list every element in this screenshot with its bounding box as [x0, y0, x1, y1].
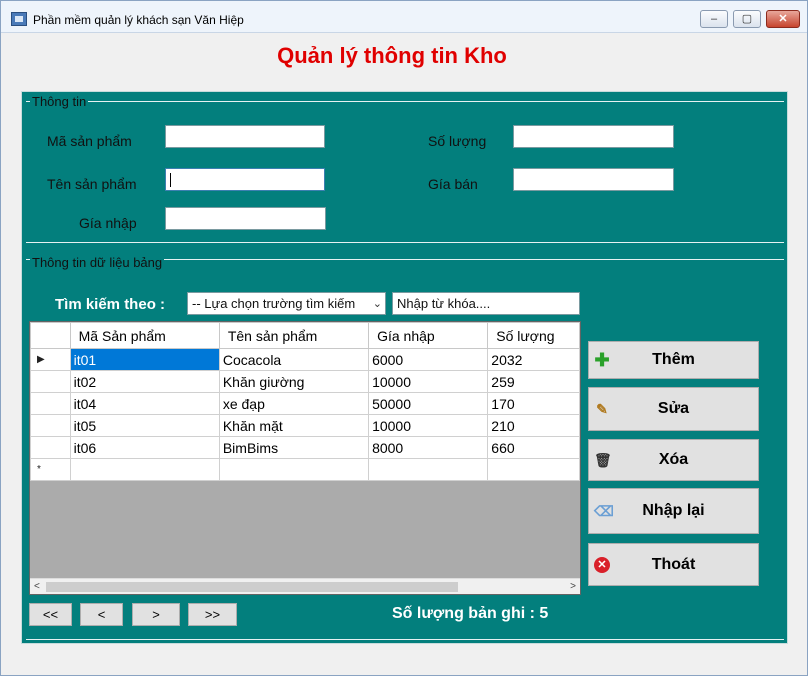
- table-cell[interactable]: Khăn giường: [218, 370, 370, 393]
- exit-button-label: Thoát: [651, 555, 696, 573]
- column-header[interactable]: Số lượng: [487, 322, 580, 349]
- sale-price-label: Gía bán: [428, 176, 478, 192]
- table-cell[interactable]: 6000: [368, 348, 489, 371]
- last-page-button[interactable]: >>: [188, 603, 237, 626]
- row-header[interactable]: [30, 414, 71, 437]
- import-price-input[interactable]: [165, 207, 326, 230]
- table-cell[interactable]: it01: [69, 348, 220, 371]
- table-cell[interactable]: it04: [69, 392, 220, 415]
- sale-price-input[interactable]: [513, 168, 674, 191]
- table-cell[interactable]: it02: [69, 370, 220, 393]
- table-cell[interactable]: 10000: [368, 370, 489, 393]
- window-title: Phần mềm quản lý khách sạn Văn Hiệp: [33, 13, 244, 27]
- table-cell[interactable]: it06: [69, 436, 220, 459]
- table-cell[interactable]: [368, 458, 489, 481]
- table-cell[interactable]: 2032: [487, 348, 580, 371]
- text-caret: [170, 173, 171, 187]
- table-cell[interactable]: xe đạp: [218, 392, 370, 415]
- product-name-label: Tên sản phẩm: [47, 176, 137, 192]
- table-cell[interactable]: Cocacola: [218, 348, 370, 371]
- current-row-marker: ▶: [30, 348, 71, 371]
- table-cell[interactable]: [487, 458, 580, 481]
- add-button[interactable]: ✚ Thêm: [588, 341, 759, 379]
- first-page-button[interactable]: <<: [29, 603, 72, 626]
- scroll-right-icon[interactable]: >: [570, 581, 576, 592]
- row-header[interactable]: [30, 392, 71, 415]
- table-cell[interactable]: 50000: [368, 392, 489, 415]
- table-row[interactable]: it04 xe đạp 50000 170: [30, 392, 580, 415]
- search-label: Tìm kiếm theo :: [55, 296, 166, 313]
- table-cell[interactable]: 210: [487, 414, 580, 437]
- table-row[interactable]: ▶ it01 Cocacola 6000 2032: [30, 348, 580, 371]
- column-header[interactable]: Tên sản phẩm: [218, 322, 370, 349]
- table-cell[interactable]: [69, 458, 220, 481]
- table-row[interactable]: it02 Khăn giường 10000 259: [30, 370, 580, 393]
- reset-button-label: Nhập lại: [642, 502, 705, 519]
- table-cell[interactable]: 170: [487, 392, 580, 415]
- table-cell[interactable]: [218, 458, 370, 481]
- table-row[interactable]: it06 BimBims 8000 660: [30, 436, 580, 459]
- search-field-select[interactable]: -- Lựa chọn trường tìm kiếm ⌄: [187, 292, 386, 315]
- search-field-value: -- Lựa chọn trường tìm kiếm: [192, 296, 356, 311]
- chevron-down-icon: ⌄: [372, 298, 382, 310]
- close-button[interactable]: ✕: [766, 10, 800, 28]
- table-cell[interactable]: Khăn mặt: [218, 414, 370, 437]
- main-window: Phần mềm quản lý khách sạn Văn Hiệp – ▢ …: [0, 0, 808, 676]
- maximize-button[interactable]: ▢: [733, 10, 761, 28]
- new-row-marker: *: [30, 458, 71, 481]
- reset-button[interactable]: ⌫ Nhập lại: [588, 488, 759, 534]
- table-cell[interactable]: BimBims: [218, 436, 370, 459]
- product-code-label: Mã sản phẩm: [47, 133, 132, 149]
- info-group-label: Thông tin: [30, 94, 89, 109]
- prev-page-button[interactable]: <: [80, 603, 123, 626]
- scroll-left-icon[interactable]: <: [34, 581, 40, 592]
- table-cell[interactable]: 259: [487, 370, 580, 393]
- exit-button[interactable]: ✕ Thoát: [588, 543, 759, 586]
- quantity-input[interactable]: [513, 125, 674, 148]
- title-bar: Phần mềm quản lý khách sạn Văn Hiệp – ▢ …: [1, 1, 807, 33]
- row-header[interactable]: [30, 436, 71, 459]
- new-row[interactable]: *: [30, 458, 580, 481]
- delete-button[interactable]: 🗑 Xóa: [588, 439, 759, 481]
- scroll-thumb[interactable]: [46, 582, 458, 592]
- next-page-button[interactable]: >: [132, 603, 180, 626]
- row-header[interactable]: [30, 370, 71, 393]
- record-count: Số lượng bản ghi : 5: [392, 605, 549, 622]
- edit-button-label: Sửa: [657, 400, 690, 417]
- product-code-input[interactable]: [165, 125, 325, 148]
- table-row[interactable]: it05 Khăn mặt 10000 210: [30, 414, 580, 437]
- column-header[interactable]: Gía nhập: [368, 322, 489, 349]
- edit-button[interactable]: ✎ Sửa: [588, 387, 759, 431]
- product-name-input[interactable]: [165, 168, 325, 191]
- column-header[interactable]: Mã Sản phẩm: [69, 322, 220, 349]
- table-cell[interactable]: it05: [69, 414, 220, 437]
- delete-button-label: Xóa: [658, 451, 689, 468]
- keyword-input[interactable]: Nhập từ khóa....: [392, 292, 580, 315]
- app-icon: [11, 12, 27, 26]
- import-price-label: Gía nhập: [79, 215, 137, 231]
- quantity-label: Số lượng: [428, 133, 487, 149]
- table-cell[interactable]: 10000: [368, 414, 489, 437]
- page-title: Quản lý thông tin Kho: [277, 43, 507, 68]
- data-group-label: Thông tin dữ liệu bảng: [30, 255, 165, 270]
- table-cell[interactable]: 660: [487, 436, 580, 459]
- horizontal-scrollbar[interactable]: < >: [30, 578, 580, 594]
- add-button-label: Thêm: [652, 351, 695, 368]
- data-grid[interactable]: Mã Sản phẩm Tên sản phẩm Gía nhập Số lượ…: [29, 321, 581, 595]
- grid-header-row: Mã Sản phẩm Tên sản phẩm Gía nhập Số lượ…: [30, 322, 580, 349]
- minimize-button[interactable]: –: [700, 10, 728, 28]
- row-header-corner: [30, 322, 71, 349]
- table-cell[interactable]: 8000: [368, 436, 489, 459]
